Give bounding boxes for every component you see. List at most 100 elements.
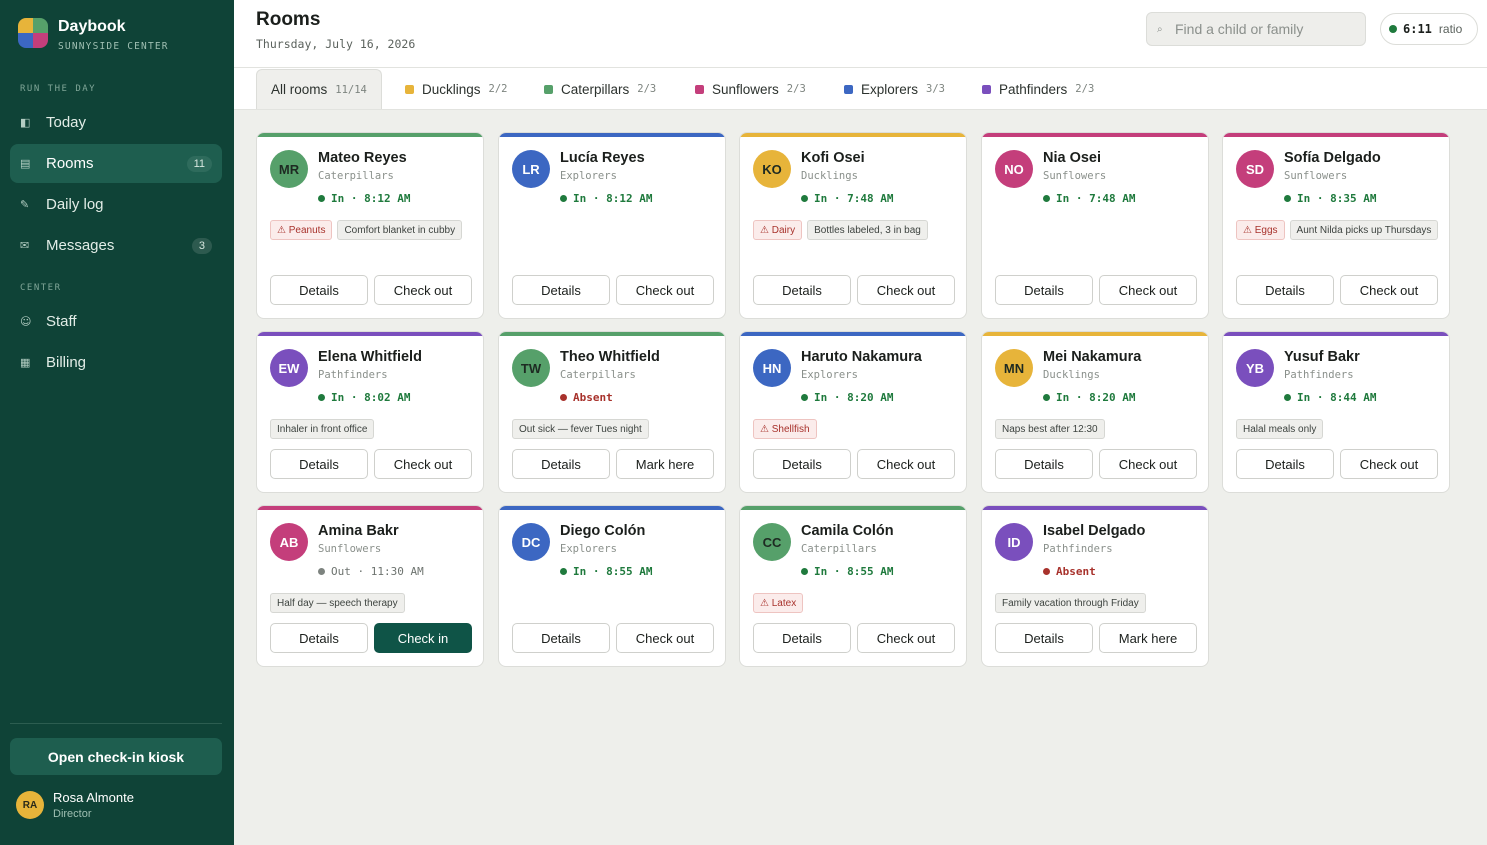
check-in-button[interactable]: Check in — [374, 623, 472, 653]
details-button[interactable]: Details — [753, 623, 851, 653]
tab-ducklings[interactable]: Ducklings 2/2 — [405, 69, 508, 109]
sidebar-item-messages[interactable]: ✉ Messages 3 — [10, 226, 222, 265]
child-name[interactable]: Theo Whitfield — [560, 349, 660, 365]
status-text: In · 8:12 AM — [573, 192, 653, 205]
status-dot — [801, 195, 808, 202]
room-color-swatch — [544, 84, 553, 94]
check-out-button[interactable]: Check out — [857, 275, 955, 305]
room-color-bar — [257, 506, 483, 510]
room-color-bar — [499, 506, 725, 510]
sidebar-item-label: Billing — [46, 354, 87, 371]
child-name[interactable]: Mateo Reyes — [318, 150, 407, 166]
check-out-button[interactable]: Check out — [1099, 449, 1197, 479]
child-name[interactable]: Lucía Reyes — [560, 150, 645, 166]
search-icon: ⌕ — [1157, 23, 1163, 35]
details-button[interactable]: Details — [512, 623, 610, 653]
child-name[interactable]: Haruto Nakamura — [801, 349, 922, 365]
avatar: YB — [1236, 349, 1274, 387]
check-out-button[interactable]: Check out — [857, 449, 955, 479]
card-actions: Details Mark here — [512, 449, 714, 479]
allergy-label: Eggs — [1254, 224, 1278, 236]
child-name[interactable]: Diego Colón — [560, 523, 645, 539]
sidebar-item-daily-log[interactable]: ✎ Daily log — [10, 185, 222, 224]
tab-label: Explorers — [861, 81, 919, 97]
tab-sunflowers[interactable]: Sunflowers 2/3 — [695, 69, 806, 109]
tab-caterpillars[interactable]: Caterpillars 2/3 — [544, 69, 656, 109]
tab-pathfinders[interactable]: Pathfinders 2/3 — [982, 69, 1094, 109]
warning-icon: ⚠ — [760, 224, 772, 236]
child-name[interactable]: Nia Osei — [1043, 150, 1101, 166]
avatar: EW — [270, 349, 308, 387]
sidebar-item-today[interactable]: ◧ Today — [10, 103, 222, 142]
child-room: Sunflowers — [318, 543, 382, 555]
child-name[interactable]: Camila Colón — [801, 523, 894, 539]
check-out-button[interactable]: Check out — [1340, 449, 1438, 479]
tab-explorers[interactable]: Explorers 3/3 — [844, 69, 945, 109]
child-card: ID Isabel Delgado Pathfinders Absent Family … — [981, 505, 1209, 667]
card-actions: Details Check out — [512, 275, 714, 305]
check-out-button[interactable]: Check out — [616, 623, 714, 653]
staff-icon: ☺ — [20, 315, 32, 328]
details-button[interactable]: Details — [995, 449, 1093, 479]
room-color-bar — [740, 133, 966, 137]
child-card: SD Sofía Delgado Sunflowers In · 8:35 AM ⚠ E… — [1222, 132, 1450, 319]
details-button[interactable]: Details — [270, 623, 368, 653]
status-text: In · 8:20 AM — [814, 391, 894, 404]
messages-count-badge: 3 — [191, 237, 212, 254]
check-out-button[interactable]: Check out — [857, 623, 955, 653]
check-out-button[interactable]: Check out — [1099, 275, 1197, 305]
allergy-tag: ⚠ Dairy — [753, 220, 803, 240]
child-card: CC Camila Colón Caterpillars In · 8:55 AM ⚠ … — [739, 505, 967, 667]
child-name[interactable]: Sofía Delgado — [1284, 150, 1381, 166]
allergy-tag: ⚠ Latex — [753, 593, 804, 613]
child-tags: Inhaler in front office — [270, 419, 476, 439]
child-name[interactable]: Isabel Delgado — [1043, 523, 1145, 539]
status-dot — [318, 195, 325, 202]
child-name[interactable]: Elena Whitfield — [318, 349, 422, 365]
user-profile[interactable]: RA Rosa Almonte Director — [16, 790, 134, 820]
child-card: KO Kofi Osei Ducklings In · 7:48 AM ⚠ Dairy B… — [739, 132, 967, 319]
search-input[interactable] — [1175, 21, 1355, 37]
details-button[interactable]: Details — [995, 623, 1093, 653]
details-button[interactable]: Details — [1236, 449, 1334, 479]
details-button[interactable]: Details — [753, 449, 851, 479]
allergy-label: Shellfish — [771, 423, 810, 435]
details-button[interactable]: Details — [270, 449, 368, 479]
child-name[interactable]: Mei Nakamura — [1043, 349, 1141, 365]
check-out-button[interactable]: Check out — [374, 275, 472, 305]
details-button[interactable]: Details — [512, 275, 610, 305]
attendance-status: In · 8:20 AM — [801, 391, 893, 404]
note-tag: Family vacation through Friday — [995, 593, 1146, 613]
rooms-count-badge: 11 — [186, 155, 212, 172]
child-room: Pathfinders — [1284, 369, 1354, 381]
sidebar-item-staff[interactable]: ☺ Staff — [10, 302, 222, 341]
child-name[interactable]: Yusuf Bakr — [1284, 349, 1360, 365]
mark-here-button[interactable]: Mark here — [616, 449, 714, 479]
mark-here-button[interactable]: Mark here — [1099, 623, 1197, 653]
details-button[interactable]: Details — [512, 449, 610, 479]
details-button[interactable]: Details — [270, 275, 368, 305]
child-room: Ducklings — [801, 170, 858, 182]
check-out-button[interactable]: Check out — [374, 449, 472, 479]
ratio-label: ratio — [1438, 22, 1463, 36]
user-role: Director — [53, 808, 92, 820]
details-button[interactable]: Details — [753, 275, 851, 305]
status-dot — [1043, 195, 1050, 202]
status-dot — [318, 568, 325, 575]
sidebar-item-billing[interactable]: ▦ Billing — [10, 343, 222, 382]
details-button[interactable]: Details — [995, 275, 1093, 305]
child-name[interactable]: Amina Bakr — [318, 523, 399, 539]
child-card: TW Theo Whitfield Caterpillars Absent Out si… — [498, 331, 726, 493]
brand[interactable]: Daybook SUNNYSIDE CENTER — [18, 18, 169, 52]
search-box[interactable]: ⌕ — [1146, 12, 1366, 46]
sidebar-item-rooms[interactable]: ▤ Rooms 11 — [10, 144, 222, 183]
check-out-button[interactable]: Check out — [1340, 275, 1438, 305]
open-kiosk-button[interactable]: Open check-in kiosk — [10, 738, 222, 775]
details-button[interactable]: Details — [1236, 275, 1334, 305]
attendance-status: In · 8:12 AM — [318, 192, 410, 205]
room-tabs: All rooms 11/14 Ducklings 2/2 Caterpilla… — [234, 68, 1487, 110]
room-color-bar — [982, 133, 1208, 137]
check-out-button[interactable]: Check out — [616, 275, 714, 305]
tab-all-rooms[interactable]: All rooms 11/14 — [256, 69, 382, 109]
child-name[interactable]: Kofi Osei — [801, 150, 865, 166]
